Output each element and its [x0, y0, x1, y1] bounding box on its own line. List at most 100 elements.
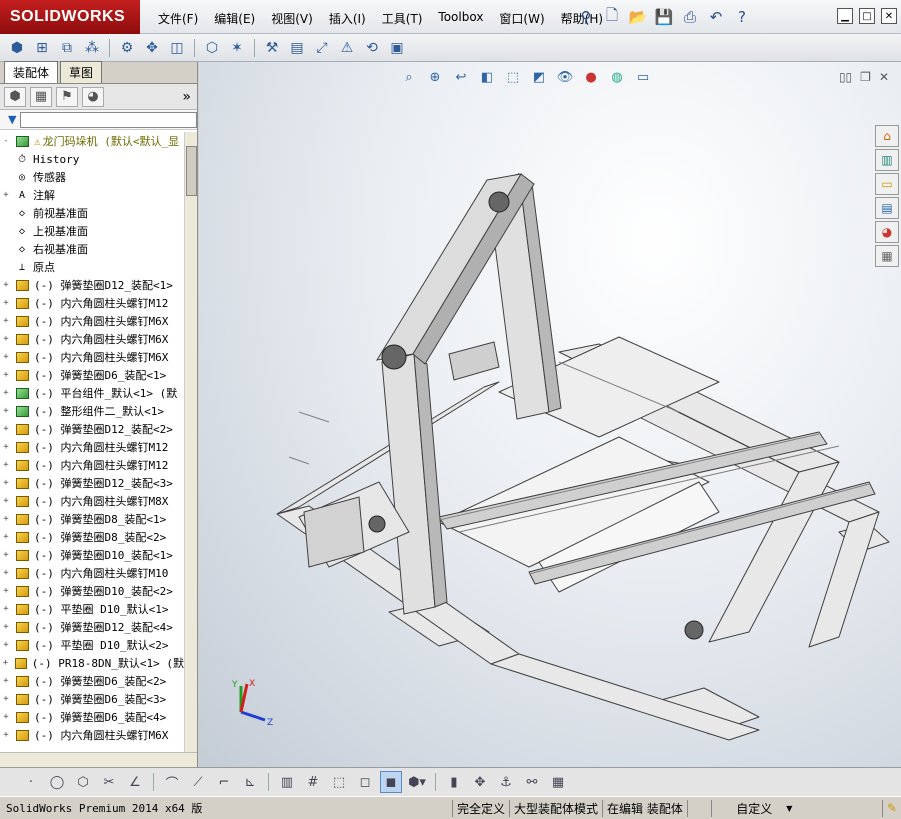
custom-properties-icon[interactable]: ▦ [875, 245, 899, 267]
open-icon[interactable]: 📂 [627, 7, 649, 27]
tree-item[interactable]: + (-) 平垫圈 D10_默认<2> [0, 636, 184, 654]
expand-icon[interactable]: + [0, 532, 12, 542]
tree-item[interactable]: + (-) 平台组件_默认<1> (默 [0, 384, 184, 402]
units-selector[interactable]: 自定义 ▼ [710, 799, 817, 817]
close-button[interactable]: ✕ [881, 8, 897, 24]
expand-icon[interactable]: + [0, 694, 12, 704]
pattern-icon[interactable]: ⁂ [81, 37, 103, 59]
undo-icon[interactable]: ↶ [705, 7, 727, 27]
tree-item[interactable]: ◇ 右视基准面 [0, 240, 184, 258]
file-explorer-icon[interactable]: ▤ [875, 197, 899, 219]
collapse-icon[interactable]: - [0, 136, 12, 146]
rebuild-icon[interactable]: ⟲ [361, 37, 383, 59]
tree-item[interactable]: + (-) 弹簧垫圈D6_装配<4> [0, 708, 184, 726]
status-notification-icon[interactable]: ✎ [881, 799, 901, 817]
circle-icon[interactable]: ◯ [46, 771, 68, 793]
dropdown-icon[interactable]: ⬢▾ [406, 771, 428, 793]
tree-item[interactable]: + (-) 弹簧垫圈D6_装配<3> [0, 690, 184, 708]
tree-item[interactable]: + (-) 弹簧垫圈D6_装配<2> [0, 672, 184, 690]
expand-panel-icon[interactable]: » [182, 89, 191, 105]
expand-icon[interactable]: + [0, 568, 12, 578]
menu-item[interactable]: Toolbox [430, 10, 491, 27]
options-icon[interactable]: ▣ [386, 37, 408, 59]
tree-item[interactable]: + (-) 弹簧垫圈D12_装配<4> [0, 618, 184, 636]
gantry-palletizer-model[interactable] [199, 62, 901, 767]
expand-icon[interactable]: + [0, 550, 12, 560]
bill-of-materials-icon[interactable]: ▤ [286, 37, 308, 59]
trim-icon[interactable]: ✂ [98, 771, 120, 793]
new-motion-study-icon[interactable]: ⚒ [261, 37, 283, 59]
tree-item[interactable]: ⏱ History [0, 150, 184, 168]
show-hidden-icon[interactable]: ◫ [166, 37, 188, 59]
tree-item[interactable]: ◇ 上视基准面 [0, 222, 184, 240]
expand-icon[interactable]: + [0, 352, 12, 362]
expand-icon[interactable]: + [0, 334, 12, 344]
tab-sketch[interactable]: 草图 [60, 61, 103, 83]
expand-icon[interactable]: + [0, 370, 12, 380]
wireframe-icon[interactable]: ◻ [354, 771, 376, 793]
menu-item[interactable]: 工具(T) [374, 10, 431, 27]
menu-item[interactable]: 视图(V) [263, 10, 321, 27]
cube-icon[interactable]: # [302, 771, 324, 793]
expand-icon[interactable]: + [0, 640, 12, 650]
tree-item[interactable]: ◎ 传感器 [0, 168, 184, 186]
filter-input[interactable] [20, 111, 197, 128]
property-manager-icon[interactable]: ▦ [30, 86, 52, 107]
tree-item[interactable]: ⊥ 原点 [0, 258, 184, 276]
tree-scrollbar[interactable] [184, 132, 197, 752]
design-library-icon[interactable]: ▭ [875, 173, 899, 195]
tree-item[interactable]: + A 注解 [0, 186, 184, 204]
box-icon[interactable]: ⬚ [328, 771, 350, 793]
tree-item[interactable]: + (-) 内六角圆柱头螺钉M12 [0, 294, 184, 312]
new-document-icon[interactable]: 🗋 [601, 6, 623, 27]
point-icon[interactable]: · [20, 771, 42, 793]
fillet-icon[interactable]: ⌒ [161, 771, 183, 793]
tree-item[interactable]: + (-) 弹簧垫圈D10_装配<1> [0, 546, 184, 564]
line-icon[interactable]: ∠ [124, 771, 146, 793]
chamfer-icon[interactable]: ⟋ [187, 771, 209, 793]
tree-item[interactable]: + (-) 内六角圆柱头螺钉M6X [0, 726, 184, 744]
tree-item[interactable]: + (-) 弹簧垫圈D12_装配<1> [0, 276, 184, 294]
tree-root[interactable]: - ⚠ 龙门码垛机 (默认<默认_显 [0, 132, 184, 150]
polygon-icon[interactable]: ⬡ [72, 771, 94, 793]
configuration-manager-icon[interactable]: ⚑ [56, 86, 78, 107]
expand-icon[interactable]: + [0, 280, 12, 290]
smart-fasteners-icon[interactable]: ⚙ [116, 37, 138, 59]
table-icon[interactable]: ▦ [547, 771, 569, 793]
filter-icon[interactable]: ▼ [8, 113, 16, 126]
move-component-icon[interactable]: ✥ [141, 37, 163, 59]
resources-icon[interactable]: ▥ [875, 149, 899, 171]
parts-icon[interactable]: ▮ [443, 771, 465, 793]
expand-icon[interactable]: + [0, 460, 12, 470]
tree-item[interactable]: + (-) 弹簧垫圈D12_装配<3> [0, 474, 184, 492]
expand-icon[interactable]: + [0, 514, 12, 524]
pin-icon[interactable]: ⚲ [575, 7, 597, 27]
tree-item[interactable]: + (-) 内六角圆柱头螺钉M6X [0, 330, 184, 348]
help-icon[interactable]: ? [731, 7, 753, 27]
feature-manager-icon[interactable]: ⬢ [4, 86, 26, 107]
expand-icon[interactable]: + [0, 406, 12, 416]
anchor-icon[interactable]: ⚓ [495, 771, 517, 793]
tree-item[interactable]: + (-) 内六角圆柱头螺钉M6X [0, 312, 184, 330]
tree-item[interactable]: + (-) 弹簧垫圈D12_装配<2> [0, 420, 184, 438]
insert-component-icon[interactable]: ⊞ [31, 37, 53, 59]
tree-item[interactable]: + (-) 弹簧垫圈D10_装配<2> [0, 582, 184, 600]
tree-item[interactable]: + (-) 弹簧垫圈D8_装配<1> [0, 510, 184, 528]
menu-item[interactable]: 插入(I) [321, 10, 374, 27]
scrollbar-thumb[interactable] [186, 146, 197, 196]
appearances-icon[interactable]: ◕ [875, 221, 899, 243]
expand-icon[interactable]: + [0, 676, 12, 686]
assembly-icon[interactable]: ⬢ [6, 37, 28, 59]
minimize-button[interactable]: ▁ [837, 8, 853, 24]
corner-icon[interactable]: ⌐ [213, 771, 235, 793]
expand-icon[interactable]: + [0, 586, 12, 596]
expand-icon[interactable]: + [0, 658, 11, 668]
expand-icon[interactable]: + [0, 424, 12, 434]
tree-item[interactable]: + (-) 弹簧垫圈D6_装配<1> [0, 366, 184, 384]
expand-icon[interactable]: + [0, 478, 12, 488]
save-icon[interactable]: 💾 [653, 7, 675, 27]
display-manager-icon[interactable]: ◕ [82, 86, 104, 107]
tree-item[interactable]: + (-) PR18-8DN_默认<1> (默 [0, 654, 184, 672]
assembly-features-icon[interactable]: ⬡ [201, 37, 223, 59]
grid-icon[interactable]: ▥ [276, 771, 298, 793]
